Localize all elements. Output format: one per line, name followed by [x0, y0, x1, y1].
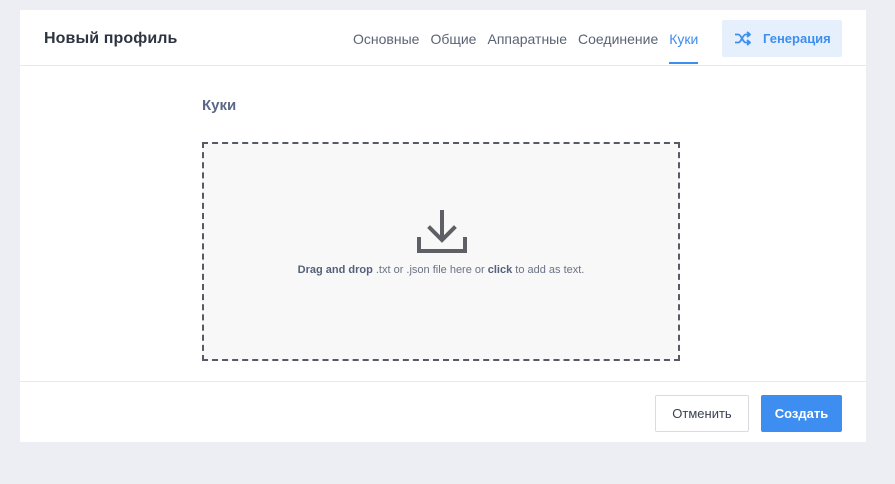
new-profile-card: Новый профиль Основные Общие Аппаратные …: [20, 10, 866, 442]
cookie-dropzone[interactable]: Drag and drop .txt or .json file here or…: [202, 142, 680, 361]
generate-button-label: Генерация: [763, 31, 831, 46]
download-icon: [417, 210, 467, 253]
tab-basic[interactable]: Основные: [353, 31, 419, 64]
tab-hardware[interactable]: Аппаратные: [487, 31, 567, 64]
generate-button[interactable]: Генерация: [722, 20, 842, 57]
tab-cookies[interactable]: Куки: [669, 31, 699, 64]
dropzone-text-end: to add as text.: [512, 264, 585, 276]
page-title: Новый профиль: [44, 30, 178, 47]
create-button[interactable]: Создать: [761, 395, 842, 432]
section-title: Куки: [202, 97, 237, 114]
tab-general[interactable]: Общие: [430, 31, 476, 64]
dropzone-text-bold-drag: Drag and drop: [297, 264, 373, 276]
cancel-button[interactable]: Отменить: [655, 395, 749, 432]
card-footer: Отменить Создать: [20, 381, 866, 442]
dropzone-text-bold-click: click: [487, 264, 513, 276]
tab-connection[interactable]: Соединение: [578, 31, 658, 64]
dropzone-text-middle: .txt or .json file here or: [372, 264, 488, 276]
card-header: Новый профиль Основные Общие Аппаратные …: [20, 10, 866, 66]
tab-bar: Основные Общие Аппаратные Соединение Кук…: [353, 31, 699, 64]
dropzone-text: Drag and drop .txt or .json file here or…: [204, 264, 678, 276]
shuffle-icon: [735, 31, 751, 46]
